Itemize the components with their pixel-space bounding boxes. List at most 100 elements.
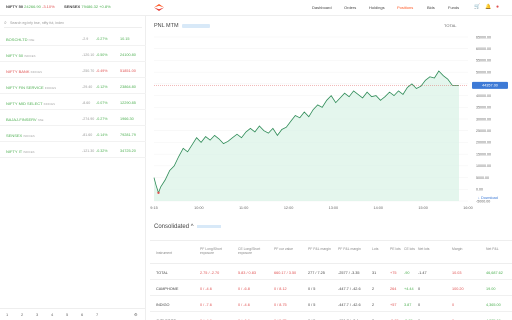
cell-c3: 0 / 8.12 <box>274 287 287 291</box>
column-header[interactable]: Net P&L <box>486 247 512 251</box>
y-tick-label: 15000.00 <box>476 152 491 156</box>
column-header[interactable]: Instrument <box>156 251 196 255</box>
index-sensex[interactable]: SENSEX 79486.32 +0.8% <box>64 4 111 9</box>
exchange-tag: INDICES <box>23 150 35 154</box>
cell-c4: 0 / 5 <box>308 303 316 307</box>
watchlist-row[interactable]: BAJAJ-FINSERV NSE -274.90 -0.27% 1966.30 <box>0 112 146 126</box>
nav-positions[interactable]: Positions <box>397 5 413 10</box>
chart-total-label[interactable]: TOTAL <box>444 23 457 28</box>
nav-orders[interactable]: Orders <box>344 5 356 10</box>
page-6[interactable]: 6 <box>81 312 83 317</box>
pnl-chart[interactable]: 65000.0060000.0055000.0050000.0045000.00… <box>150 33 512 213</box>
top-bar: NIFTY 50 24266.90 -3.10% SENSEX 79486.32… <box>0 0 512 16</box>
user-icon[interactable]: ● <box>496 4 499 10</box>
nav-funds[interactable]: Funds <box>448 5 459 10</box>
cell-c8: +4.44 <box>404 287 414 291</box>
exchange-tag: INDICES <box>24 54 36 58</box>
index-name: SENSEX <box>64 4 81 9</box>
column-header[interactable]: PF P&L margin <box>308 247 340 251</box>
cell-c6: 31 <box>372 271 377 275</box>
exchange-tag: INDICES <box>44 86 57 90</box>
page-1[interactable]: 1 <box>6 312 8 317</box>
watchlist-row[interactable]: NIFTY IT INDICES -121.30 -0.32% 34725.20 <box>0 144 146 158</box>
watchlist-symbol: NIFTY MID SELECT INDICES <box>6 101 56 106</box>
table-row[interactable]: TOTAL 2.75 / -2.70 5.83 / 0.83 660.17 / 3.5… <box>150 266 512 280</box>
watchlist-row[interactable]: NIFTY 50 INDICES -120.10 -0.50% 24100.80 <box>0 48 146 62</box>
exchange-tag: NSE <box>37 118 44 122</box>
cell-c10: 10.03 <box>452 271 462 275</box>
cell-c1: 0 / -4.6 <box>200 287 212 291</box>
watchlist-pct: -0.07% <box>96 101 108 105</box>
cell-c6: 2 <box>372 287 375 291</box>
kite-logo-icon[interactable] <box>154 4 164 11</box>
cell-instrument: TOTAL <box>156 271 168 275</box>
page-2[interactable]: 2 <box>21 312 23 317</box>
x-tick-label: 14:00 <box>374 206 384 210</box>
cell-c7: +57 <box>390 303 397 307</box>
y-tick-label: 55000.00 <box>476 59 491 63</box>
index-nifty[interactable]: NIFTY 50 24266.90 -3.10% <box>6 4 55 9</box>
cell-c2: 0 / -6.8 <box>238 287 250 291</box>
column-header[interactable]: PF cur value <box>274 247 306 251</box>
column-header[interactable]: Net lots <box>418 247 450 251</box>
exchange-tag: INDICES <box>30 70 42 74</box>
watchlist-row[interactable]: NIFTY BANK INDICES -250.70 -0.49% 51851.00 <box>0 64 146 78</box>
cell-c10: 0 <box>452 303 455 307</box>
watchlist-symbol: NIFTY FIN SERVICE INDICES <box>6 85 57 90</box>
consolidated-tag <box>196 224 221 228</box>
y-tick-label: 65000.00 <box>476 35 491 39</box>
exchange-tag: INDICES <box>43 102 56 106</box>
nav-bids[interactable]: Bids <box>427 5 435 10</box>
watchlist-search[interactable]: ⌕ Search eg:infy bse, nifty fut, index <box>4 19 142 28</box>
cell-c5: -447.7 / -42.6 <box>338 287 361 291</box>
cell-c6: 2 <box>372 303 375 307</box>
y-tick-label: 35000.00 <box>476 106 491 110</box>
y-tick-label: 10000.00 <box>476 164 491 168</box>
watchlist-row[interactable]: BOSCHLTD NSE -2.9 -0.27% 10.15 <box>0 32 146 46</box>
current-value-label: 44357.00 <box>482 84 498 88</box>
column-header[interactable]: CE Long/Short exposure <box>238 247 270 256</box>
watchlist-change: -121.30 <box>82 149 95 153</box>
watchlist-pct: -0.14% <box>96 133 108 137</box>
table-row[interactable]: CAMPHOME 0 / -4.6 0 / -6.8 0 / 8.12 0 / 5 -44… <box>150 282 512 296</box>
settings-gear-icon[interactable]: ⚙ <box>134 312 138 317</box>
watchlist-pct: -0.50% <box>96 53 108 57</box>
cell-c9: 0 <box>418 287 421 291</box>
column-header[interactable]: PF P&L margin <box>338 247 370 251</box>
index-value: 79486.32 <box>81 4 99 9</box>
watchlist-pager: 1 2 3 4 5 6 7 ⚙ <box>0 308 146 320</box>
y-tick-label: 60000.00 <box>476 47 491 51</box>
cell-c7: +75 <box>390 271 397 275</box>
y-tick-label: 40000.00 <box>476 94 491 98</box>
x-tick-label: 16:00 <box>463 206 473 210</box>
exchange-tag: NSE <box>28 38 35 42</box>
nav-dashboard[interactable]: Dashboard <box>312 5 332 10</box>
pnl-area <box>154 71 459 201</box>
page-3[interactable]: 3 <box>36 312 38 317</box>
exchange-tag: INDICES <box>23 134 35 138</box>
download-link[interactable]: ↓ Download <box>478 196 498 200</box>
watchlist-ltp: 1966.30 <box>120 117 134 121</box>
cell-c5: -2577 / -3.35 <box>338 271 360 275</box>
watchlist-row[interactable]: NIFTY MID SELECT INDICES -8.60 -0.07% 12290… <box>0 96 146 110</box>
watchlist-row[interactable]: NIFTY FIN SERVICE INDICES -29.40 -0.12% 238… <box>0 80 146 94</box>
table-row[interactable]: INDIGO 0 / -7.6 0 / -4.6 0 / 8.75 0 / 5 -447.… <box>150 298 512 312</box>
column-header[interactable]: Margin <box>452 247 484 251</box>
cell-c8: -90 <box>404 271 410 275</box>
consolidated-title[interactable]: Consolidated ^ <box>154 224 221 230</box>
watchlist-row[interactable]: SENSEX INDICES -81.60 -0.14% 79281.79 <box>0 128 146 142</box>
page-4[interactable]: 4 <box>51 312 53 317</box>
cell-c9: 0 <box>418 303 421 307</box>
nav-holdings[interactable]: Holdings <box>369 5 385 10</box>
x-tick-label: 11:00 <box>239 206 248 210</box>
page-7[interactable]: 7 <box>96 312 98 317</box>
page-5[interactable]: 5 <box>66 312 68 317</box>
column-header[interactable]: PF Long/Short exposure <box>200 247 232 256</box>
table-row[interactable]: JUBLFOOD0 / -4.60 / -6.60 / 5.750 / 5-15… <box>150 314 512 320</box>
cart-icon[interactable]: 🛒 <box>474 4 480 10</box>
bell-icon[interactable]: 🔔 <box>485 4 491 10</box>
cell-c2: 5.83 / 0.83 <box>238 271 256 275</box>
cell-c4: 0 / 5 <box>308 287 316 291</box>
watchlist-change: -120.10 <box>82 53 95 57</box>
y-tick-label: 0.00 <box>476 188 483 192</box>
